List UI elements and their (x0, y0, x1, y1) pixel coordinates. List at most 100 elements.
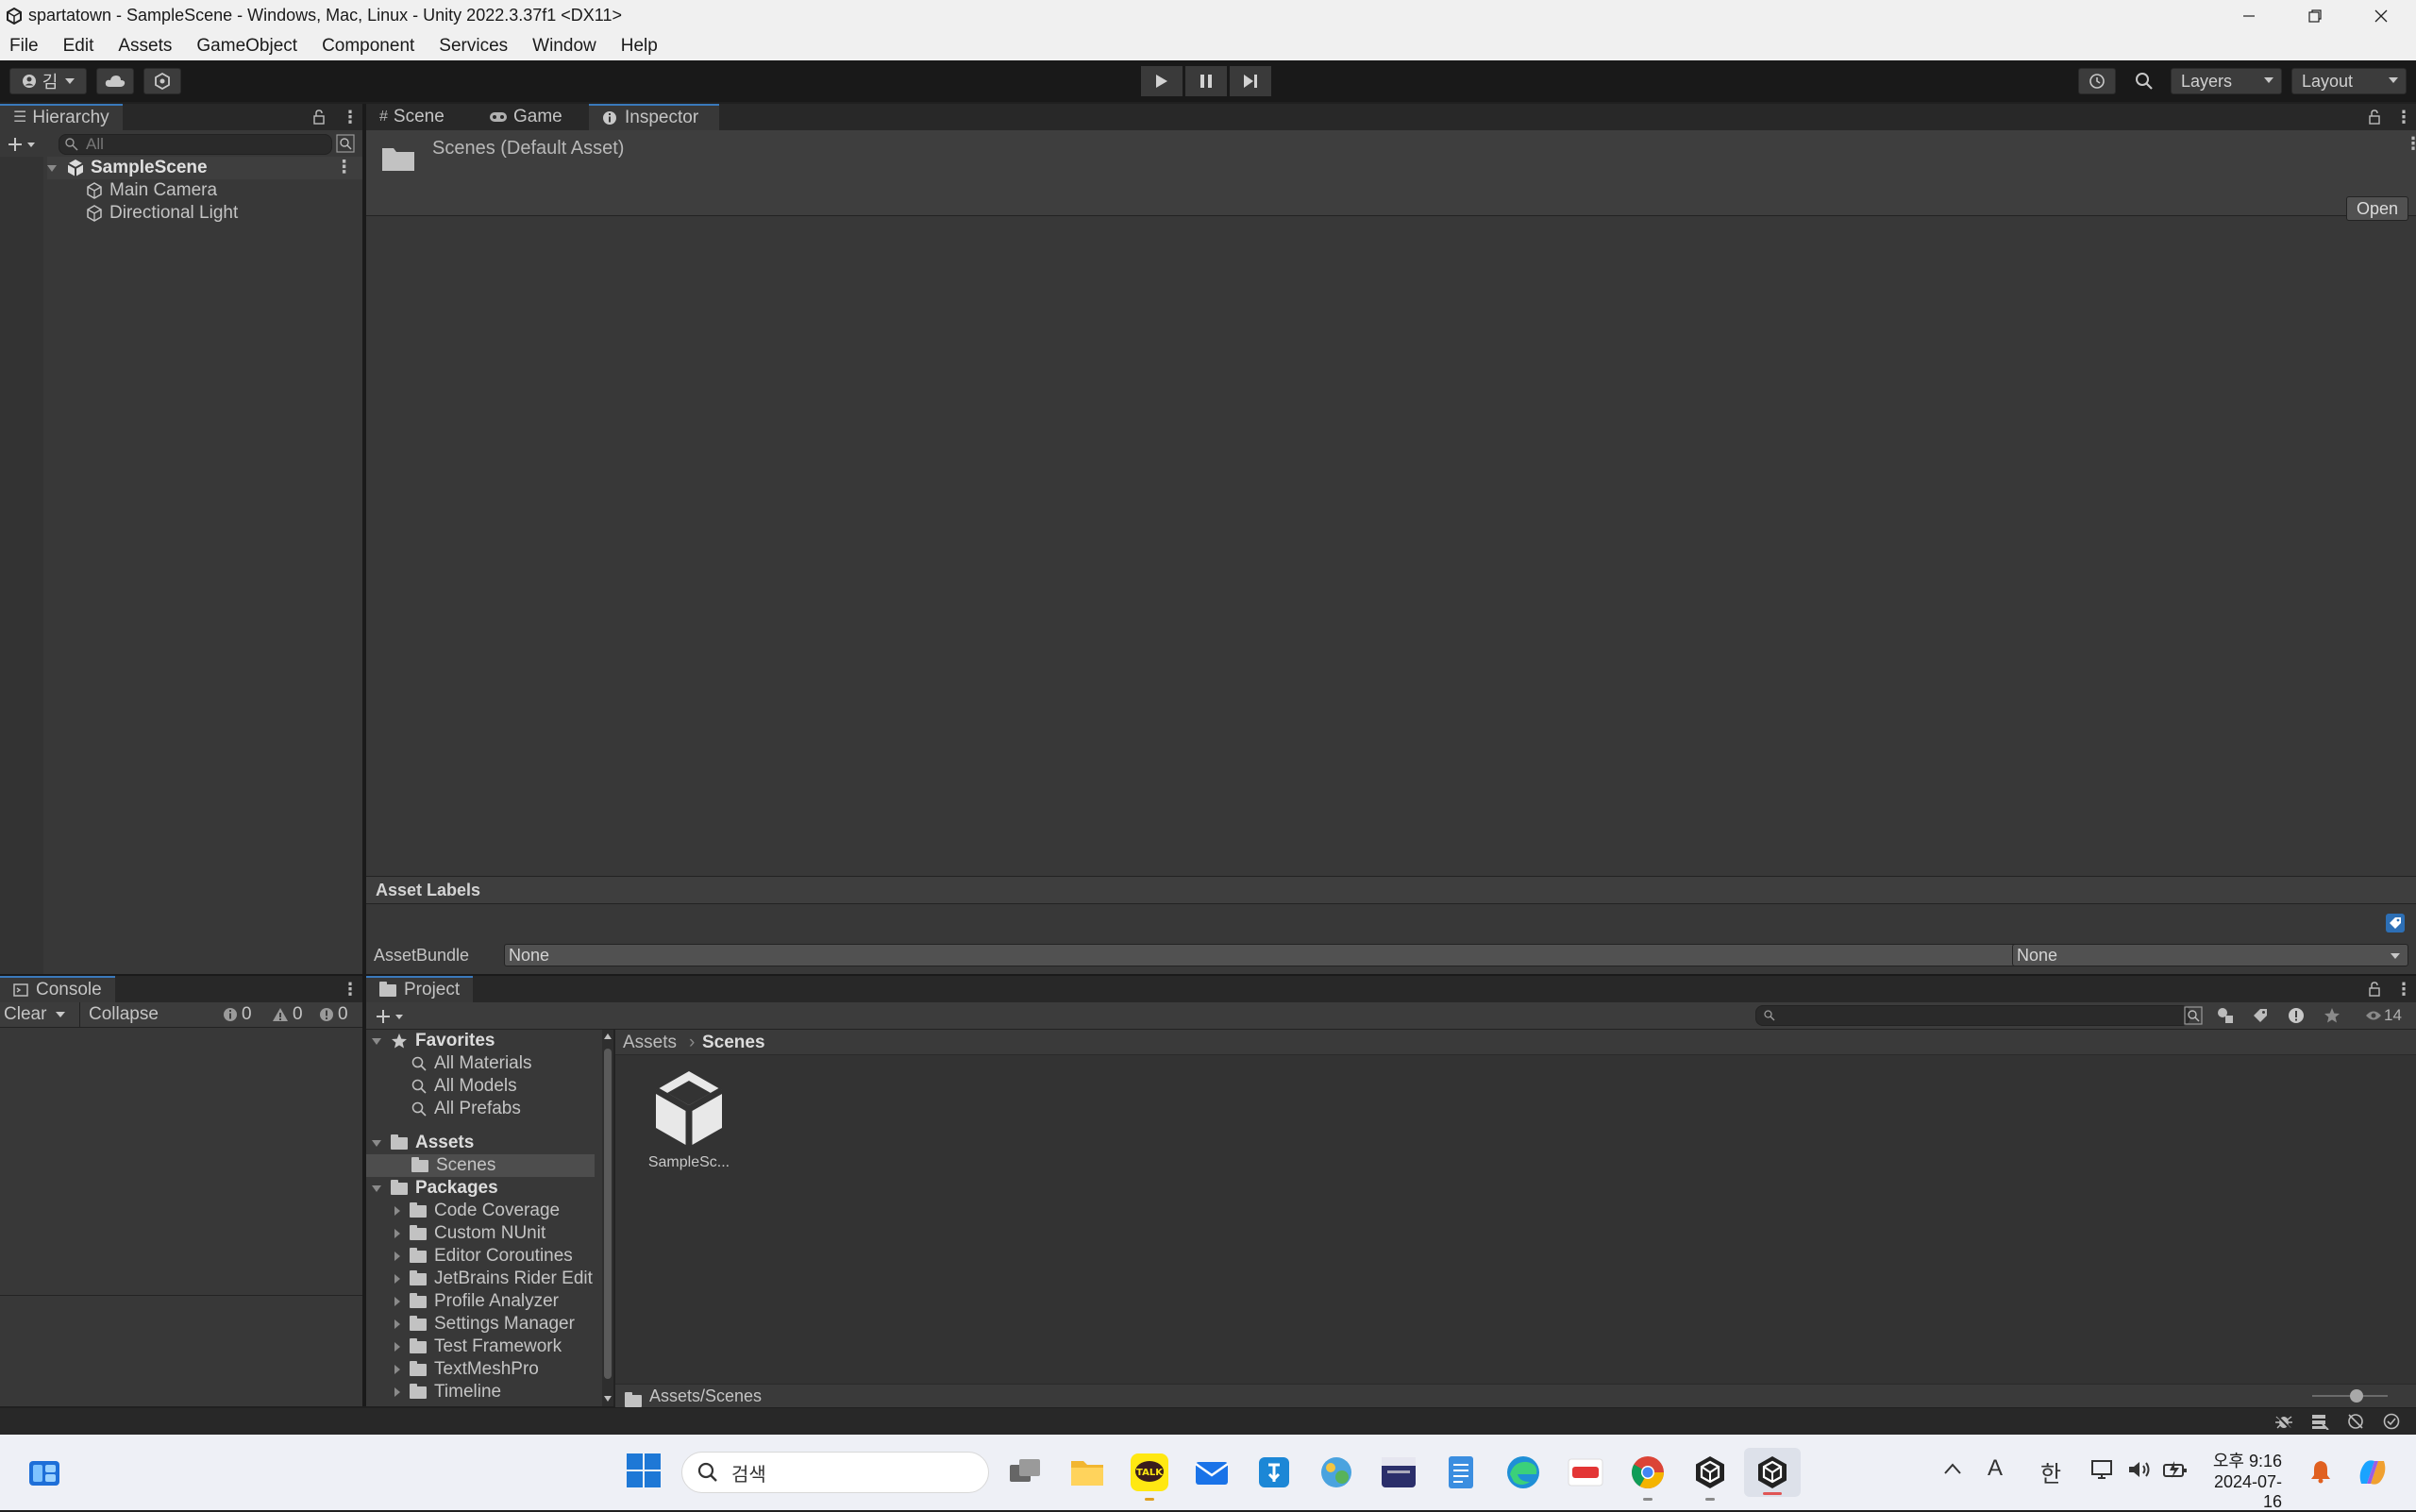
packages-root-row[interactable]: Packages (372, 1177, 498, 1200)
kebab-menu-icon[interactable]: ⋮ (2395, 108, 2412, 127)
package-item[interactable]: Settings Manager (394, 1313, 575, 1336)
filter-by-label-icon[interactable] (2252, 1007, 2269, 1024)
collab-button[interactable] (143, 68, 181, 94)
package-item[interactable]: TextMeshPro (394, 1358, 539, 1381)
notification-bell-icon[interactable] (2310, 1459, 2331, 1484)
menu-help[interactable]: Help (609, 32, 670, 60)
package-item[interactable]: Test Framework (394, 1336, 562, 1358)
account-dropdown[interactable]: 김 (9, 68, 87, 94)
chrome-icon[interactable] (1629, 1453, 1667, 1501)
layout-dropdown[interactable]: Layout (2291, 68, 2407, 94)
tab-console[interactable]: Console (0, 976, 115, 1002)
expand-arrow-icon[interactable] (372, 1037, 381, 1045)
calendar-app-icon[interactable] (1380, 1453, 1418, 1491)
warning-count-toggle[interactable]: 0 (272, 1002, 303, 1027)
kebab-menu-icon[interactable]: ⋮ (2405, 134, 2416, 154)
search-by-type-icon[interactable] (2184, 1006, 2203, 1025)
breadcrumb-assets[interactable]: Assets (623, 1033, 677, 1053)
create-button[interactable] (8, 136, 36, 153)
favorite-item[interactable]: All Models (411, 1075, 517, 1098)
taskbar-search-input[interactable]: 검색 (681, 1452, 989, 1493)
expand-arrow-icon[interactable] (394, 1297, 400, 1306)
scroll-down-arrow-icon[interactable] (604, 1396, 612, 1402)
search-icon[interactable] (2135, 72, 2154, 91)
hierarchy-item-main-camera[interactable]: Main Camera (85, 179, 217, 202)
expand-arrow-icon[interactable] (372, 1139, 381, 1147)
menu-assets[interactable]: Assets (106, 32, 184, 60)
expand-arrow-icon[interactable] (394, 1365, 400, 1374)
tab-inspector[interactable]: Inspector (589, 104, 719, 130)
edge-icon[interactable] (1504, 1453, 1542, 1491)
kebab-menu-icon[interactable]: ⋮ (342, 980, 359, 1000)
menu-file[interactable]: File (9, 32, 51, 60)
package-item[interactable]: JetBrains Rider Edit (394, 1268, 593, 1290)
expand-arrow-icon[interactable] (372, 1184, 381, 1192)
history-button[interactable] (2078, 68, 2116, 94)
create-button[interactable] (376, 1008, 404, 1025)
expand-arrow-icon[interactable] (394, 1342, 400, 1352)
unity-hub-icon[interactable] (1691, 1453, 1729, 1501)
copilot-icon[interactable] (2354, 1453, 2391, 1491)
asset-tile-samplescene[interactable]: SampleSc... (632, 1067, 746, 1171)
clock[interactable]: 오후 9:16 2024-07-16 (2208, 1448, 2282, 1512)
expand-arrow-icon[interactable] (47, 164, 57, 172)
start-button[interactable] (627, 1453, 661, 1487)
scene-row[interactable]: SampleScene ⋮ (47, 157, 362, 179)
filter-by-type-icon[interactable] (2216, 1007, 2235, 1024)
ime-mode-indicator[interactable]: A (1988, 1455, 2003, 1482)
ime-language-indicator[interactable]: 한 (2040, 1455, 2061, 1488)
expand-arrow-icon[interactable] (394, 1274, 400, 1284)
check-circle-icon[interactable] (2382, 1413, 2401, 1430)
scene-kebab-icon[interactable]: ⋮ (335, 157, 353, 179)
hierarchy-search-input[interactable]: All (59, 134, 332, 155)
package-item[interactable]: Editor Coroutines (394, 1245, 573, 1268)
close-button[interactable] (2348, 0, 2414, 32)
error-count-toggle[interactable]: 0 (319, 1002, 348, 1027)
log-count-toggle[interactable]: 0 (223, 1002, 252, 1027)
battery-icon[interactable] (2163, 1459, 2188, 1480)
kebab-menu-icon[interactable]: ⋮ (2395, 980, 2412, 1000)
lock-icon[interactable] (313, 109, 325, 125)
asset-labels-header[interactable]: Asset Labels (366, 877, 2416, 903)
favorites-row[interactable]: Favorites (372, 1030, 495, 1052)
volume-icon[interactable] (2127, 1459, 2152, 1480)
tab-project[interactable]: Project (366, 976, 474, 1002)
play-button[interactable] (1141, 66, 1183, 96)
lock-icon[interactable] (2369, 109, 2380, 125)
label-tag-icon[interactable] (2386, 914, 2405, 932)
photos-icon[interactable] (1317, 1453, 1355, 1491)
assets-root-row[interactable]: Assets (372, 1132, 474, 1154)
tree-scrollbar[interactable] (602, 1030, 613, 1406)
mail-icon[interactable] (1193, 1453, 1231, 1491)
menu-component[interactable]: Component (310, 32, 427, 60)
log-filter-icon[interactable] (2288, 1007, 2305, 1024)
step-button[interactable] (1230, 66, 1271, 96)
project-search-input[interactable] (1755, 1005, 2190, 1026)
widgets-icon[interactable] (28, 1459, 60, 1487)
favorite-item[interactable]: All Prefabs (411, 1098, 521, 1120)
expand-arrow-icon[interactable] (394, 1252, 400, 1261)
package-item[interactable]: Code Coverage (394, 1200, 560, 1222)
folder-item-scenes[interactable]: Scenes (366, 1154, 595, 1177)
console-detail-divider[interactable] (0, 1295, 362, 1296)
expand-arrow-icon[interactable] (394, 1387, 400, 1397)
file-explorer-icon[interactable] (1068, 1453, 1106, 1491)
debug-bug-icon[interactable] (2274, 1413, 2293, 1430)
collapse-toggle[interactable]: Collapse (89, 1004, 159, 1025)
chevron-up-icon[interactable] (1944, 1463, 1961, 1474)
variant-dropdown[interactable]: None (2012, 944, 2408, 966)
unity-editor-taskbar-button[interactable] (1744, 1448, 1801, 1497)
scroll-up-arrow-icon[interactable] (604, 1033, 612, 1039)
menu-edit[interactable]: Edit (51, 32, 107, 60)
scrollbar-thumb[interactable] (604, 1049, 612, 1379)
layers-dropdown[interactable]: Layers (2171, 68, 2282, 94)
favorite-item[interactable]: All Materials (411, 1052, 531, 1075)
tab-scene[interactable]: # Scene (366, 104, 458, 130)
clear-dropdown[interactable]: Clear (4, 1002, 66, 1027)
expand-arrow-icon[interactable] (394, 1319, 400, 1329)
cache-server-icon[interactable] (2310, 1413, 2329, 1430)
package-item[interactable]: Custom NUnit (394, 1222, 545, 1245)
network-off-icon[interactable] (2346, 1413, 2365, 1430)
open-button[interactable]: Open (2346, 196, 2408, 221)
menu-window[interactable]: Window (520, 32, 609, 60)
